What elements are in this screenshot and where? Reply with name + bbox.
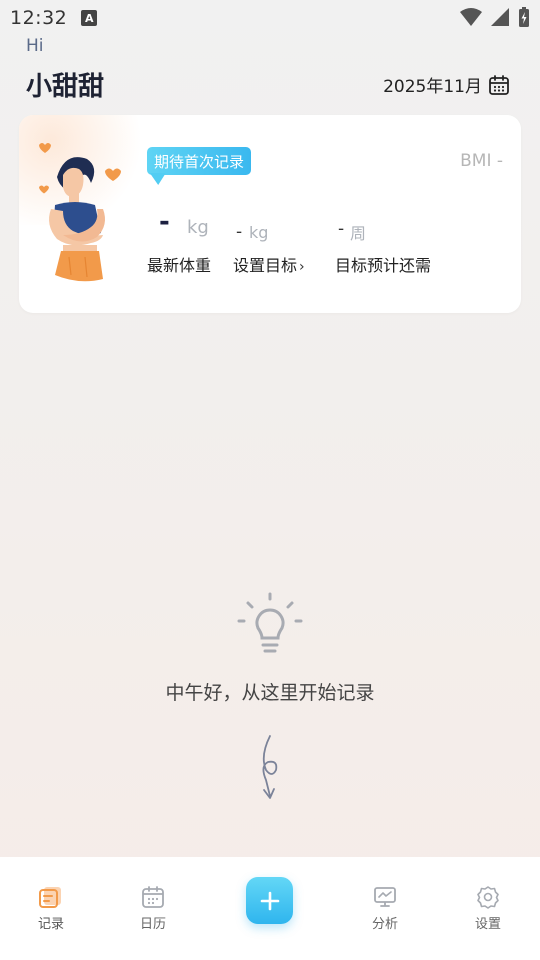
- calendar-icon: [489, 74, 509, 95]
- greeting-text: Hi: [26, 36, 44, 56]
- cellular-signal-icon: [491, 8, 509, 26]
- month-label: 2025年11月: [383, 77, 482, 97]
- tab-calendar[interactable]: 日历: [123, 885, 183, 932]
- add-record-button[interactable]: [246, 877, 293, 924]
- tab-record-label: 记录: [37, 917, 64, 932]
- analysis-icon: [374, 887, 396, 907]
- target-weight-unit: kg: [249, 223, 269, 242]
- latest-weight-value: -: [159, 207, 170, 237]
- record-icon: [39, 887, 61, 908]
- tab-analysis-label: 分析: [371, 917, 398, 932]
- first-record-badge: 期待首次记录: [147, 147, 252, 175]
- tab-record[interactable]: 记录: [21, 885, 81, 932]
- weight-summary-card[interactable]: 期待首次记录 BMI - - kg - kg - 周 最新体重 设置目标 › 目标…: [19, 115, 521, 313]
- empty-state-message: 中午好，从这里开始记录: [165, 682, 375, 704]
- notification-badge-icon: A: [81, 10, 98, 26]
- remaining-time-unit: 周: [350, 224, 367, 243]
- arrow-down-doodle-icon: [262, 735, 278, 799]
- status-icons: [460, 6, 530, 28]
- chevron-right-icon: ›: [299, 259, 305, 275]
- tab-settings[interactable]: 设置: [458, 885, 518, 932]
- bottom-tab-bar: 记录 日历 分析 设置: [0, 857, 540, 960]
- wifi-icon: [460, 8, 482, 26]
- status-bar: 12:32 A: [0, 0, 540, 36]
- user-name: 小甜甜: [26, 72, 105, 102]
- target-weight-value: -: [236, 222, 243, 242]
- tab-settings-label: 设置: [474, 917, 501, 932]
- plus-icon: [260, 891, 279, 910]
- lightbulb-icon: [237, 592, 303, 653]
- bmi-value: BMI -: [460, 151, 503, 171]
- latest-weight-label: 最新体重: [147, 256, 212, 275]
- woman-hugging-illustration: [39, 143, 121, 282]
- latest-weight-unit: kg: [187, 217, 209, 238]
- remaining-time-value: -: [338, 219, 345, 239]
- battery-charging-icon: [519, 7, 529, 27]
- calendar-tab-icon: [142, 886, 164, 908]
- settings-icon: [477, 886, 499, 909]
- time-to-goal-label: 目标预计还需: [335, 256, 432, 275]
- set-target-label: 设置目标: [233, 256, 298, 275]
- month-picker[interactable]: 2025年11月: [383, 72, 510, 97]
- status-time: 12:32: [10, 7, 68, 29]
- set-target-link[interactable]: 设置目标 ›: [233, 252, 305, 276]
- tab-calendar-label: 日历: [139, 917, 166, 932]
- tab-analysis[interactable]: 分析: [355, 885, 415, 932]
